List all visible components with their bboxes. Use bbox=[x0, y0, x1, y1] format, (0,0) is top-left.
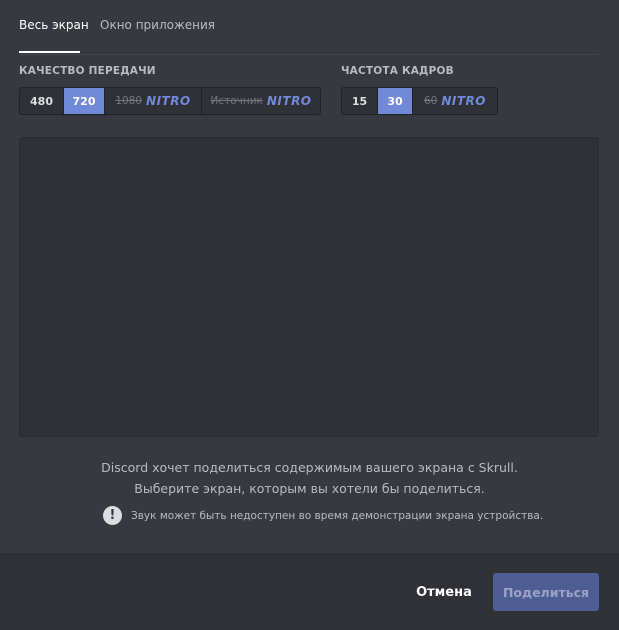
quality-source-label: Источник bbox=[210, 95, 263, 107]
framerate-60-label: 60 bbox=[423, 95, 438, 107]
quality-720-button[interactable]: 720 bbox=[64, 88, 105, 114]
modal-footer: Отмена Поделиться bbox=[0, 553, 619, 630]
screen-preview-area[interactable] bbox=[19, 137, 599, 437]
exclamation-icon: ! bbox=[103, 506, 122, 525]
framerate-30-button[interactable]: 30 bbox=[378, 88, 413, 114]
nitro-badge: NITRO bbox=[441, 94, 486, 108]
tab-application-window[interactable]: Окно приложения bbox=[100, 18, 215, 32]
share-button[interactable]: Поделиться bbox=[493, 573, 599, 611]
select-screen-message: Выберите экран, которым вы хотели бы под… bbox=[134, 481, 485, 496]
quality-selector: 480 720 1080 NITRO Источник NITRO bbox=[19, 87, 321, 115]
audio-warning: ! Звук может быть недоступен во время де… bbox=[103, 506, 543, 525]
nitro-badge: NITRO bbox=[146, 94, 191, 108]
tab-entire-screen[interactable]: Весь экран bbox=[19, 18, 89, 32]
nitro-badge: NITRO bbox=[266, 94, 312, 108]
framerate-15-button[interactable]: 15 bbox=[342, 88, 378, 114]
quality-1080-button[interactable]: 1080 NITRO bbox=[105, 88, 202, 114]
framerate-60-button[interactable]: 60 NITRO bbox=[413, 88, 497, 114]
cancel-button[interactable]: Отмена bbox=[408, 573, 480, 611]
quality-480-button[interactable]: 480 bbox=[20, 88, 64, 114]
quality-label: КАЧЕСТВО ПЕРЕДАЧИ bbox=[19, 65, 156, 77]
audio-warning-text: Звук может быть недоступен во время демо… bbox=[131, 509, 544, 522]
framerate-selector: 15 30 60 NITRO bbox=[341, 87, 498, 115]
screen-share-modal: Весь экран Окно приложения КАЧЕСТВО ПЕРЕ… bbox=[0, 0, 619, 630]
framerate-label: ЧАСТОТА КАДРОВ bbox=[341, 65, 454, 77]
active-tab-indicator bbox=[19, 51, 80, 53]
source-tabs: Весь экран Окно приложения bbox=[19, 0, 599, 55]
share-request-message: Discord хочет поделиться содержимым ваше… bbox=[101, 460, 518, 475]
quality-source-button[interactable]: Источник NITRO bbox=[202, 88, 320, 114]
quality-1080-label: 1080 bbox=[115, 95, 143, 107]
